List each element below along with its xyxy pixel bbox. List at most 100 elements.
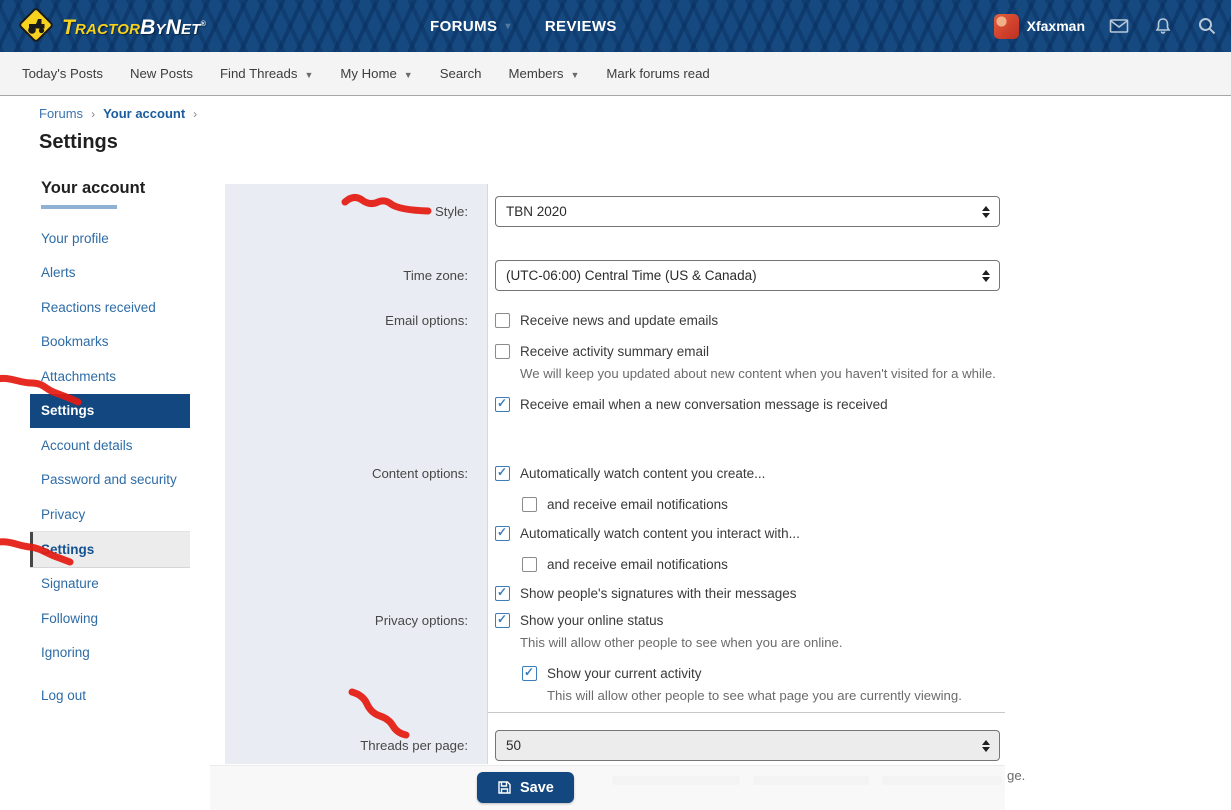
style-select-value: TBN 2020 bbox=[506, 204, 567, 219]
subnav-members[interactable]: Members▼ bbox=[509, 66, 580, 81]
sidebar-item-ignoring[interactable]: Ignoring bbox=[30, 636, 190, 671]
sidebar-item-account-details[interactable]: Account details bbox=[30, 428, 190, 463]
chevron-down-icon: ▾ bbox=[505, 21, 510, 32]
checkbox[interactable] bbox=[495, 313, 510, 328]
chevron-down-icon: ▼ bbox=[570, 70, 579, 80]
sidebar-item-reactions-received[interactable]: Reactions received bbox=[30, 290, 190, 325]
sidebar-heading: Your account bbox=[30, 179, 190, 198]
sidebar-item-password-and-security[interactable]: Password and security bbox=[30, 463, 190, 498]
username-link[interactable]: Xfaxman bbox=[1027, 18, 1085, 34]
sidebar-item-bookmarks[interactable]: Bookmarks bbox=[30, 325, 190, 360]
checkbox-label[interactable]: Automatically watch content you create..… bbox=[520, 466, 765, 481]
checkbox-label[interactable]: Receive activity summary email bbox=[520, 344, 709, 359]
subnav-search[interactable]: Search bbox=[440, 66, 482, 81]
threads-per-page-label: Threads per page: bbox=[225, 730, 487, 761]
time-zone-select[interactable]: (UTC-06:00) Central Time (US & Canada) bbox=[495, 260, 1000, 291]
updown-arrows-icon bbox=[982, 206, 990, 218]
nav-forums[interactable]: FORUMS▾ bbox=[430, 18, 511, 35]
checkbox-option: Automatically watch content you interact… bbox=[495, 524, 1005, 544]
mail-icon[interactable] bbox=[1109, 16, 1129, 36]
save-footer-bar: Save bbox=[210, 765, 1005, 810]
checkbox-label[interactable]: Show your current activity bbox=[547, 666, 702, 681]
forum-toolbar: Today's Posts New Posts Find Threads▼ My… bbox=[0, 52, 1231, 96]
checkbox[interactable] bbox=[495, 526, 510, 541]
email-options-label: Email options: bbox=[225, 311, 487, 426]
sidebar-item-settings[interactable]: Settings bbox=[30, 394, 190, 429]
checkbox[interactable] bbox=[495, 586, 510, 601]
subnav-mark-forums-read[interactable]: Mark forums read bbox=[606, 66, 709, 81]
checkbox[interactable] bbox=[522, 557, 537, 572]
tractor-sign-icon bbox=[16, 5, 56, 50]
breadcrumb-separator: › bbox=[91, 107, 95, 121]
sidebar-item-settings-sub[interactable]: Settings bbox=[30, 532, 190, 567]
privacy-options-row: Privacy options: Show your online status… bbox=[225, 611, 1005, 715]
threads-per-page-select[interactable]: 50 bbox=[495, 730, 1000, 761]
header-user-area: Xfaxman bbox=[994, 0, 1217, 52]
checkbox-label[interactable]: Automatically watch content you interact… bbox=[520, 526, 800, 541]
checkbox[interactable] bbox=[495, 344, 510, 359]
style-label: Style: bbox=[225, 196, 487, 227]
checkbox-option: Receive news and update emails bbox=[495, 311, 1005, 331]
sidebar-item-following[interactable]: Following bbox=[30, 601, 190, 636]
avatar[interactable] bbox=[994, 14, 1019, 39]
threads-per-page-select-value: 50 bbox=[506, 738, 521, 753]
checkbox-option: and receive email notifications bbox=[522, 555, 1005, 575]
updown-arrows-icon bbox=[982, 270, 990, 282]
sidebar-item-attachments[interactable]: Attachments bbox=[30, 359, 190, 394]
search-icon[interactable] bbox=[1197, 16, 1217, 36]
threads-per-page-row: Threads per page: 50 bbox=[225, 730, 1005, 761]
checkbox[interactable] bbox=[495, 397, 510, 412]
checkbox-option: Receive activity summary email We will k… bbox=[495, 342, 1005, 384]
checkbox[interactable] bbox=[522, 497, 537, 512]
checkbox-option: Show people's signatures with their mess… bbox=[495, 584, 1005, 604]
checkbox[interactable] bbox=[522, 666, 537, 681]
checkbox-label[interactable]: Show your online status bbox=[520, 613, 663, 628]
settings-page: TractorByNet® FORUMS▾ REVIEWS Xfaxman To… bbox=[0, 0, 1231, 810]
top-header: TractorByNet® FORUMS▾ REVIEWS Xfaxman bbox=[0, 0, 1231, 52]
content-options-row: Content options: Automatically watch con… bbox=[225, 464, 1005, 615]
checkbox-option: and receive email notifications bbox=[522, 495, 1005, 515]
time-zone-select-value: (UTC-06:00) Central Time (US & Canada) bbox=[506, 268, 757, 283]
bell-icon[interactable] bbox=[1153, 16, 1173, 36]
subnav-my-home[interactable]: My Home▼ bbox=[340, 66, 412, 81]
checkbox-label[interactable]: Receive email when a new conversation me… bbox=[520, 397, 888, 412]
checkbox-description: This will allow other people to see what… bbox=[547, 686, 962, 706]
content-options-label: Content options: bbox=[225, 464, 487, 615]
subnav-new-posts[interactable]: New Posts bbox=[130, 66, 193, 81]
save-button[interactable]: Save bbox=[477, 772, 574, 803]
checkbox-description: This will allow other people to see when… bbox=[520, 633, 843, 653]
checkbox-label[interactable]: and receive email notifications bbox=[547, 557, 728, 572]
style-select[interactable]: TBN 2020 bbox=[495, 196, 1000, 227]
account-sidebar: Your account Your profile Alerts Reactio… bbox=[30, 179, 190, 713]
sidebar-item-alerts[interactable]: Alerts bbox=[30, 256, 190, 291]
breadcrumb-separator: › bbox=[193, 107, 197, 121]
page-title: Settings bbox=[39, 131, 1231, 154]
checkbox-label[interactable]: and receive email notifications bbox=[547, 497, 728, 512]
time-zone-row: Time zone: (UTC-06:00) Central Time (US … bbox=[225, 260, 1005, 291]
checkbox-option: Automatically watch content you create..… bbox=[495, 464, 1005, 484]
breadcrumb: Forums › Your account › bbox=[0, 96, 1231, 121]
breadcrumb-your-account[interactable]: Your account bbox=[103, 106, 185, 121]
checkbox-option: Show your online status This will allow … bbox=[495, 611, 1005, 653]
save-button-label: Save bbox=[520, 780, 554, 796]
sidebar-item-privacy[interactable]: Privacy bbox=[30, 498, 190, 533]
checkbox-label[interactable]: Show people's signatures with their mess… bbox=[520, 586, 796, 601]
style-row: Style: TBN 2020 bbox=[225, 196, 1005, 227]
floppy-disk-icon bbox=[497, 780, 512, 795]
subnav-find-threads[interactable]: Find Threads▼ bbox=[220, 66, 313, 81]
nav-reviews[interactable]: REVIEWS bbox=[545, 18, 617, 35]
checkbox[interactable] bbox=[495, 613, 510, 628]
sidebar-heading-underline bbox=[41, 205, 117, 209]
checkbox-option: Show your current activity This will all… bbox=[522, 664, 1005, 706]
sidebar-item-signature[interactable]: Signature bbox=[30, 567, 190, 602]
updown-arrows-icon bbox=[982, 740, 990, 752]
section-divider bbox=[488, 712, 1005, 713]
checkbox[interactable] bbox=[495, 466, 510, 481]
sidebar-item-your-profile[interactable]: Your profile bbox=[30, 221, 190, 256]
time-zone-label: Time zone: bbox=[225, 260, 487, 291]
site-logo[interactable]: TractorByNet® bbox=[16, 5, 206, 50]
breadcrumb-forums[interactable]: Forums bbox=[39, 106, 83, 121]
subnav-todays-posts[interactable]: Today's Posts bbox=[22, 66, 103, 81]
sidebar-item-log-out[interactable]: Log out bbox=[30, 678, 190, 713]
checkbox-label[interactable]: Receive news and update emails bbox=[520, 313, 718, 328]
